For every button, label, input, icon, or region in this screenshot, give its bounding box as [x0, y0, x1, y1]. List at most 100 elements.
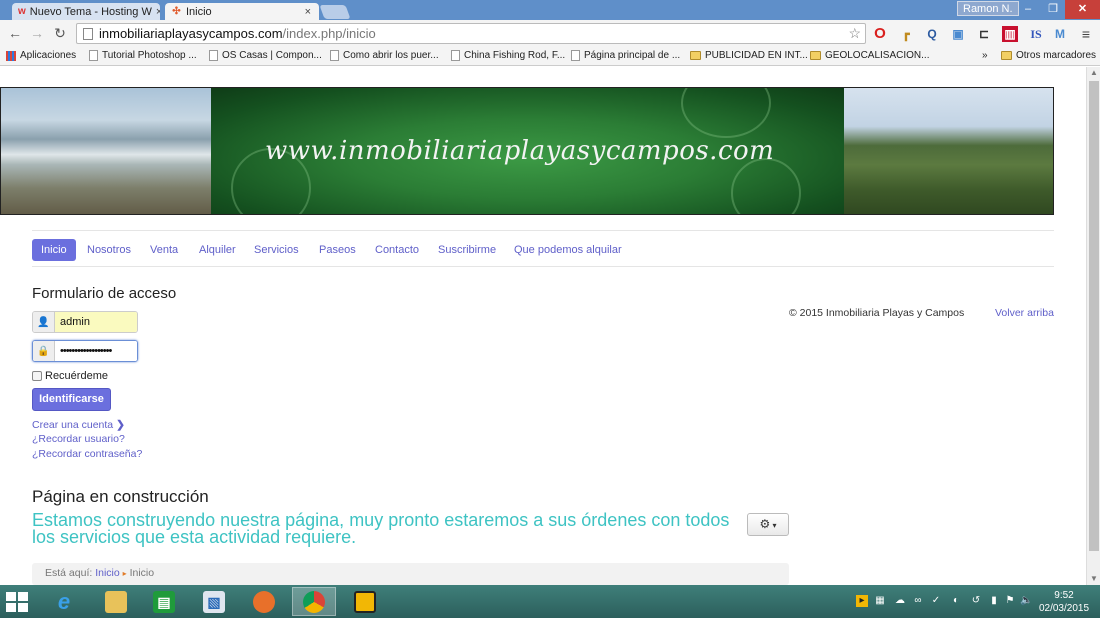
nav-nosotros[interactable]: Nosotros	[78, 239, 140, 261]
bookmark-label: Tutorial Photoshop ...	[102, 50, 197, 61]
back-arrow-icon[interactable]: ←	[6, 24, 24, 42]
bookmark-folder[interactable]: GEOLOCALISACION...	[810, 50, 929, 61]
bookmark-item[interactable]: OS Casas | Compon...	[209, 50, 322, 61]
folder-icon	[810, 51, 821, 60]
close-window-button[interactable]: ✕	[1065, 0, 1100, 19]
url-path: /index.php/inicio	[282, 26, 376, 41]
forward-arrow-icon[interactable]: →	[28, 24, 46, 42]
username-field: 👤	[32, 311, 138, 333]
address-bar[interactable]: inmobiliariaplayasycampos.com /index.php…	[76, 23, 866, 44]
remember-me: Recuérdeme	[32, 370, 108, 382]
nav-alquiler[interactable]: Alquiler	[190, 239, 245, 261]
page-title: Página en construcción	[32, 487, 209, 506]
create-account-link[interactable]: Crear una cuenta ❯	[32, 419, 125, 431]
tab-nuevo-tema[interactable]: w Nuevo Tema - Hosting W ×	[12, 3, 160, 20]
is-extension-icon[interactable]: IS	[1028, 26, 1044, 42]
nav-que-podemos-alquilar[interactable]: Que podemos alquilar	[505, 239, 631, 261]
close-tab-icon[interactable]: ×	[152, 6, 160, 18]
other-bookmarks-folder[interactable]: Otros marcadores	[1001, 50, 1096, 61]
clock-time: 9:52	[1054, 590, 1074, 601]
tray-cloud-icon[interactable]: ☁	[894, 595, 906, 607]
translate-extension-icon[interactable]: Q	[924, 26, 940, 42]
tab-inicio[interactable]: ✣ Inicio ×	[165, 3, 319, 20]
url-host: inmobiliariaplayasycampos.com	[99, 26, 283, 41]
red-extension-icon[interactable]: ▥	[1002, 26, 1018, 42]
article-tools-button[interactable]: ⚙ ▾	[747, 513, 789, 536]
password-input[interactable]	[55, 341, 137, 361]
taskbar-firefox[interactable]	[242, 587, 286, 616]
taskbar-chrome[interactable]	[292, 587, 336, 616]
tray-plex-icon[interactable]: ▸	[856, 595, 868, 607]
tray-volume-icon[interactable]: 🔈	[1020, 595, 1032, 607]
tray-security-icon[interactable]: ✓	[930, 595, 942, 607]
pin-extension-icon[interactable]: ┏	[898, 26, 914, 42]
reload-icon[interactable]: ↻	[51, 24, 69, 42]
tray-network-icon[interactable]: ▮	[988, 595, 1000, 607]
tray-sync-icon[interactable]: ↺	[970, 595, 982, 607]
page-icon	[83, 27, 93, 40]
taskbar-clock[interactable]: 9:52 02/03/2015	[1036, 589, 1092, 615]
bookmark-label: Página principal de ...	[584, 50, 681, 61]
page-icon	[571, 50, 580, 61]
cast-extension-icon[interactable]: ⊏	[976, 26, 992, 42]
tray-avast-icon[interactable]: ◐	[950, 595, 962, 607]
bookmarks-bar: Aplicaciones Tutorial Photoshop ... OS C…	[0, 47, 1100, 66]
tray-keyboard-icon[interactable]: ▦	[874, 595, 886, 607]
internet-explorer-icon: e	[57, 588, 71, 614]
bookmark-label: China Fishing Rod, F...	[464, 50, 566, 61]
bookmark-item[interactable]: Como abrir los puer...	[330, 50, 439, 61]
taskbar-store[interactable]: ▤	[142, 587, 186, 616]
bookmark-label: Aplicaciones	[20, 50, 77, 61]
bookmark-star-icon[interactable]: ☆	[848, 25, 861, 42]
taskbar-ie[interactable]: e	[42, 587, 86, 616]
opera-extension-icon[interactable]: O	[872, 26, 888, 42]
more-bookmarks-button[interactable]: »	[982, 50, 988, 61]
nav-suscribirme[interactable]: Suscribirme	[429, 239, 505, 261]
minimize-button[interactable]: –	[1015, 0, 1041, 19]
nav-servicios[interactable]: Servicios	[245, 239, 308, 261]
username-input[interactable]	[55, 312, 137, 332]
browser-titlebar: w Nuevo Tema - Hosting W × ✣ Inicio × Ra…	[0, 0, 1100, 20]
gmail-extension-icon[interactable]: M	[1052, 26, 1068, 42]
bookmark-item[interactable]: Tutorial Photoshop ...	[89, 50, 197, 61]
scroll-down-icon[interactable]: ▼	[1087, 573, 1100, 585]
maximize-button[interactable]: ❐	[1041, 0, 1065, 19]
screenshot-extension-icon[interactable]: ▣	[950, 26, 966, 42]
forgot-username-link[interactable]: ¿Recordar usuario?	[32, 433, 125, 445]
lock-icon: 🔒	[33, 341, 55, 361]
joomla-favicon-icon: ✣	[172, 6, 181, 17]
nav-contacto[interactable]: Contacto	[366, 239, 428, 261]
scroll-thumb[interactable]	[1089, 81, 1099, 551]
bookmark-apps[interactable]: Aplicaciones	[6, 50, 76, 61]
breadcrumb-home-link[interactable]: Inicio	[95, 567, 120, 579]
login-form-title: Formulario de acceso	[32, 285, 177, 302]
menu-icon[interactable]: ≡	[1078, 26, 1094, 42]
nav-paseos[interactable]: Paseos	[310, 239, 365, 261]
clock-date: 02/03/2015	[1038, 603, 1090, 614]
nav-inicio[interactable]: Inicio	[32, 239, 76, 261]
nav-venta[interactable]: Venta	[141, 239, 187, 261]
bookmark-item[interactable]: China Fishing Rod, F...	[451, 50, 565, 61]
taskbar-app[interactable]	[343, 587, 387, 616]
bookmark-label: PUBLICIDAD EN INT...	[705, 50, 808, 61]
main-nav: Inicio Nosotros Venta Alquiler Servicios…	[32, 230, 1054, 267]
taskbar-explorer[interactable]	[94, 587, 138, 616]
page-scrollbar[interactable]: ▲ ▼	[1086, 67, 1100, 585]
taskbar-photos[interactable]: ▧	[192, 587, 236, 616]
tray-link-icon[interactable]: ∞	[912, 595, 924, 607]
bookmark-label: Otros marcadores	[1016, 50, 1097, 61]
bookmark-item[interactable]: Página principal de ...	[571, 50, 680, 61]
close-tab-icon[interactable]: ×	[301, 6, 311, 18]
profile-button[interactable]: Ramon N.	[957, 1, 1019, 16]
windows-start-icon[interactable]	[6, 592, 28, 612]
breadcrumb: Está aquí: Inicio ▸ Inicio	[32, 563, 789, 585]
back-to-top-link[interactable]: Volver arriba	[995, 307, 1054, 319]
bookmark-folder[interactable]: PUBLICIDAD EN INT...	[690, 50, 808, 61]
tray-flag-icon[interactable]: ⚑	[1004, 595, 1016, 607]
scroll-up-icon[interactable]: ▲	[1087, 67, 1100, 79]
login-button[interactable]: Identificarse	[32, 388, 111, 411]
chrome-icon	[303, 590, 325, 613]
remember-checkbox[interactable]	[32, 371, 42, 381]
forgot-password-link[interactable]: ¿Recordar contraseña?	[32, 448, 142, 460]
new-tab-button[interactable]	[319, 5, 351, 19]
